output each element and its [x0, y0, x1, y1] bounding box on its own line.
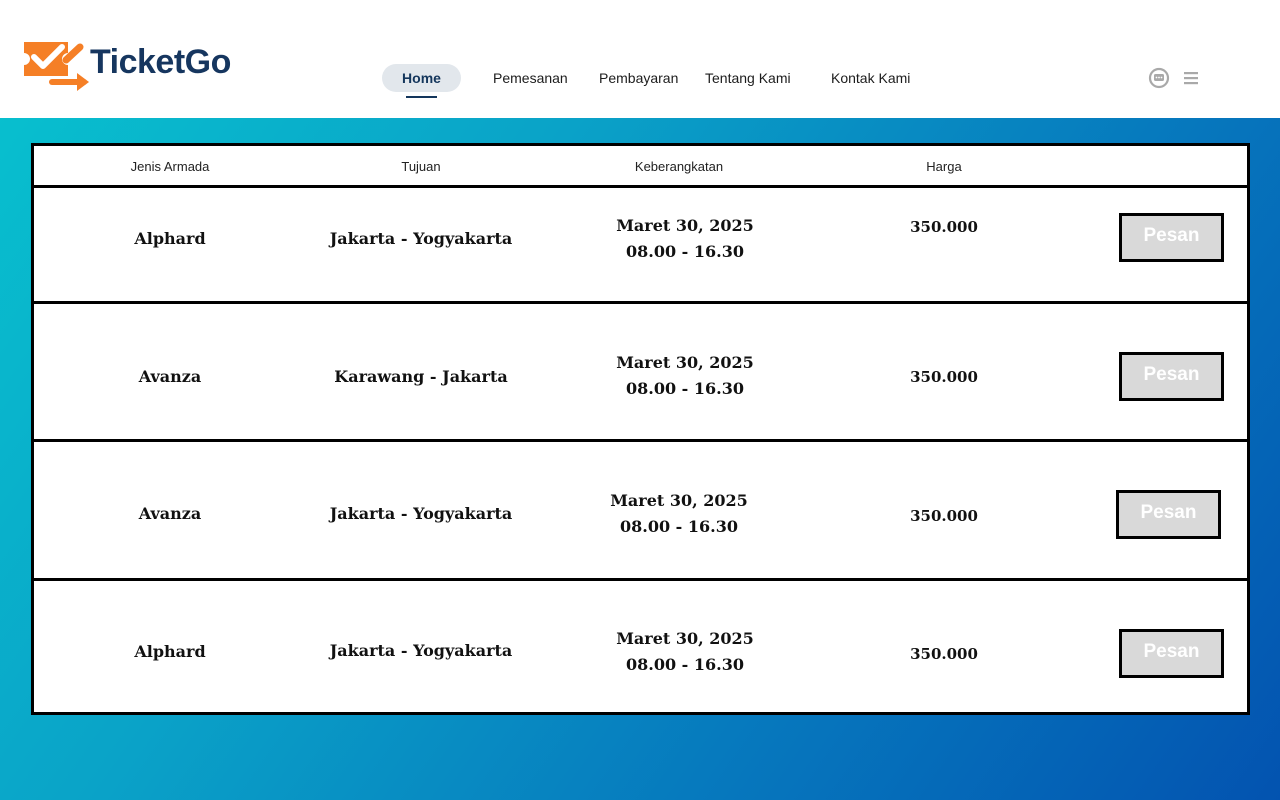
- nav-kontak-kami[interactable]: Kontak Kami: [831, 64, 910, 92]
- harga-cell: 350.000: [910, 218, 978, 236]
- harga-cell: 350.000: [910, 645, 978, 663]
- table-row: Avanza Jakarta - Yogyakarta Maret 30, 20…: [34, 442, 1247, 581]
- tanggal-cell: Maret 30, 2025: [616, 629, 754, 648]
- harga-cell: 350.000: [910, 507, 978, 525]
- jam-cell: 08.00 - 16.30: [626, 655, 744, 674]
- col-harga: Harga: [926, 159, 962, 174]
- armada-cell: Avanza: [138, 504, 202, 523]
- tanggal-cell: Maret 30, 2025: [616, 353, 754, 372]
- nav-pembayaran[interactable]: Pembayaran: [599, 64, 678, 92]
- nav-tentang-kami[interactable]: Tentang Kami: [705, 64, 791, 92]
- nav-pemesanan[interactable]: Pemesanan: [493, 64, 568, 92]
- harga-cell: 350.000: [910, 368, 978, 386]
- armada-cell: Alphard: [134, 229, 206, 248]
- tujuan-cell: Karawang - Jakarta: [334, 367, 508, 386]
- tujuan-cell: Jakarta - Yogyakarta: [329, 229, 513, 248]
- pesan-button[interactable]: Pesan: [1119, 352, 1224, 401]
- table-row: Alphard Jakarta - Yogyakarta Maret 30, 2…: [34, 581, 1247, 712]
- pesan-button[interactable]: Pesan: [1119, 629, 1224, 678]
- brand-logo[interactable]: TicketGo: [22, 38, 231, 94]
- top-header: TicketGo Home Pemesanan Pembayaran Tenta…: [0, 0, 1280, 118]
- brand-name: TicketGo: [90, 42, 231, 81]
- jam-cell: 08.00 - 16.30: [620, 517, 738, 536]
- table-row: Alphard Jakarta - Yogyakarta Maret 30, 2…: [34, 188, 1247, 304]
- tujuan-cell: Jakarta - Yogyakarta: [329, 504, 513, 523]
- armada-cell: Avanza: [138, 367, 202, 386]
- ticket-table: Jenis Armada Tujuan Keberangkatan Harga …: [31, 143, 1250, 715]
- nav-home[interactable]: Home: [382, 64, 461, 92]
- chat-icon[interactable]: [1148, 67, 1170, 89]
- menu-icon[interactable]: [1182, 67, 1204, 89]
- table-header: Jenis Armada Tujuan Keberangkatan Harga: [34, 146, 1247, 188]
- jam-cell: 08.00 - 16.30: [626, 379, 744, 398]
- tujuan-cell: Jakarta - Yogyakarta: [329, 641, 513, 660]
- ticket-check-icon: [22, 38, 92, 94]
- pesan-button[interactable]: Pesan: [1116, 490, 1221, 539]
- col-keberangkatan: Keberangkatan: [634, 159, 724, 174]
- tanggal-cell: Maret 30, 2025: [610, 491, 748, 510]
- table-row: Avanza Karawang - Jakarta Maret 30, 2025…: [34, 304, 1247, 442]
- col-jenis-armada: Jenis Armada: [130, 159, 210, 174]
- armada-cell: Alphard: [134, 642, 206, 661]
- pesan-button[interactable]: Pesan: [1119, 213, 1224, 262]
- active-nav-indicator: [406, 96, 437, 98]
- col-tujuan: Tujuan: [401, 159, 441, 174]
- tanggal-cell: Maret 30, 2025: [616, 216, 754, 235]
- jam-cell: 08.00 - 16.30: [626, 242, 744, 261]
